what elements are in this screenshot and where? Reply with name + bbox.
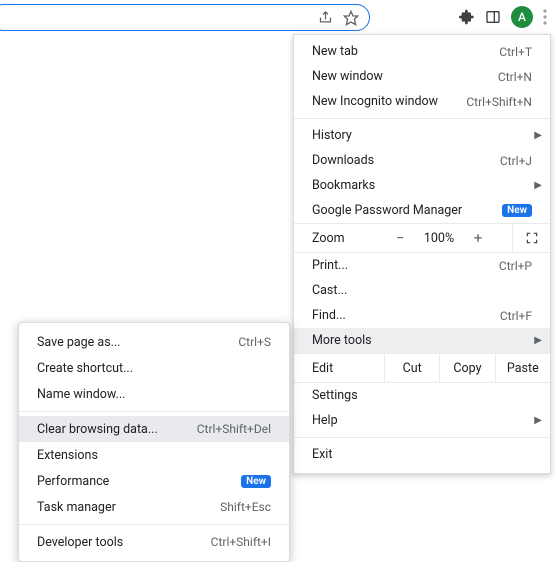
separator bbox=[19, 524, 289, 525]
menu-new-tab[interactable]: New tab Ctrl+T bbox=[294, 39, 550, 64]
fullscreen-button[interactable] bbox=[512, 224, 550, 252]
separator bbox=[19, 411, 289, 412]
omnibox[interactable] bbox=[0, 4, 370, 31]
side-panel-icon[interactable] bbox=[485, 9, 501, 25]
menu-print[interactable]: Print... Ctrl+P bbox=[294, 253, 550, 278]
copy-button[interactable]: Copy bbox=[439, 354, 494, 382]
chrome-main-menu: New tab Ctrl+T New window Ctrl+N New Inc… bbox=[293, 34, 551, 474]
cut-button[interactable]: Cut bbox=[384, 354, 439, 382]
menu-exit[interactable]: Exit bbox=[294, 442, 550, 467]
new-badge: New bbox=[241, 475, 271, 488]
avatar-letter: A bbox=[518, 10, 526, 24]
chevron-right-icon: ▶ bbox=[534, 415, 542, 426]
menu-new-incognito[interactable]: New Incognito window Ctrl+Shift+N bbox=[294, 89, 550, 114]
menu-settings[interactable]: Settings bbox=[294, 383, 550, 408]
zoom-label: Zoom bbox=[312, 231, 384, 246]
menu-downloads[interactable]: Downloads Ctrl+J bbox=[294, 148, 550, 173]
menu-bookmarks[interactable]: Bookmarks ▶ bbox=[294, 173, 550, 198]
menu-edit-row: Edit Cut Copy Paste bbox=[294, 353, 550, 383]
menu-zoom-row: Zoom − 100% + bbox=[294, 223, 550, 253]
extensions-icon[interactable] bbox=[459, 9, 475, 25]
edit-label: Edit bbox=[294, 361, 384, 376]
profile-avatar[interactable]: A bbox=[511, 6, 533, 28]
submenu-save-page[interactable]: Save page as... Ctrl+S bbox=[19, 329, 289, 355]
zoom-in-button[interactable]: + bbox=[462, 229, 494, 247]
share-icon[interactable] bbox=[318, 10, 333, 25]
submenu-name-window[interactable]: Name window... bbox=[19, 381, 289, 407]
separator bbox=[294, 437, 550, 438]
submenu-performance[interactable]: Performance New bbox=[19, 468, 289, 494]
new-badge: New bbox=[502, 204, 532, 217]
browser-toolbar-right: A bbox=[459, 0, 557, 34]
zoom-percent: 100% bbox=[416, 231, 462, 246]
menu-help[interactable]: Help ▶ bbox=[294, 408, 550, 433]
submenu-create-shortcut[interactable]: Create shortcut... bbox=[19, 355, 289, 381]
menu-history[interactable]: History ▶ bbox=[294, 123, 550, 148]
menu-new-window[interactable]: New window Ctrl+N bbox=[294, 64, 550, 89]
separator bbox=[294, 118, 550, 119]
paste-button[interactable]: Paste bbox=[495, 354, 550, 382]
chevron-right-icon: ▶ bbox=[534, 130, 542, 141]
kebab-menu-icon[interactable] bbox=[543, 9, 547, 25]
menu-password-manager[interactable]: Google Password Manager New bbox=[294, 198, 550, 223]
chevron-right-icon: ▶ bbox=[534, 180, 542, 191]
menu-cast[interactable]: Cast... bbox=[294, 278, 550, 303]
zoom-out-button[interactable]: − bbox=[384, 229, 416, 247]
menu-find[interactable]: Find... Ctrl+F bbox=[294, 303, 550, 328]
submenu-extensions[interactable]: Extensions bbox=[19, 442, 289, 468]
chevron-right-icon: ▶ bbox=[534, 335, 542, 346]
submenu-clear-browsing-data[interactable]: Clear browsing data... Ctrl+Shift+Del bbox=[19, 416, 289, 442]
more-tools-submenu: Save page as... Ctrl+S Create shortcut..… bbox=[18, 322, 290, 562]
star-icon[interactable] bbox=[343, 10, 359, 26]
submenu-developer-tools[interactable]: Developer tools Ctrl+Shift+I bbox=[19, 529, 289, 555]
submenu-task-manager[interactable]: Task manager Shift+Esc bbox=[19, 494, 289, 520]
menu-more-tools[interactable]: More tools ▶ bbox=[294, 328, 550, 353]
